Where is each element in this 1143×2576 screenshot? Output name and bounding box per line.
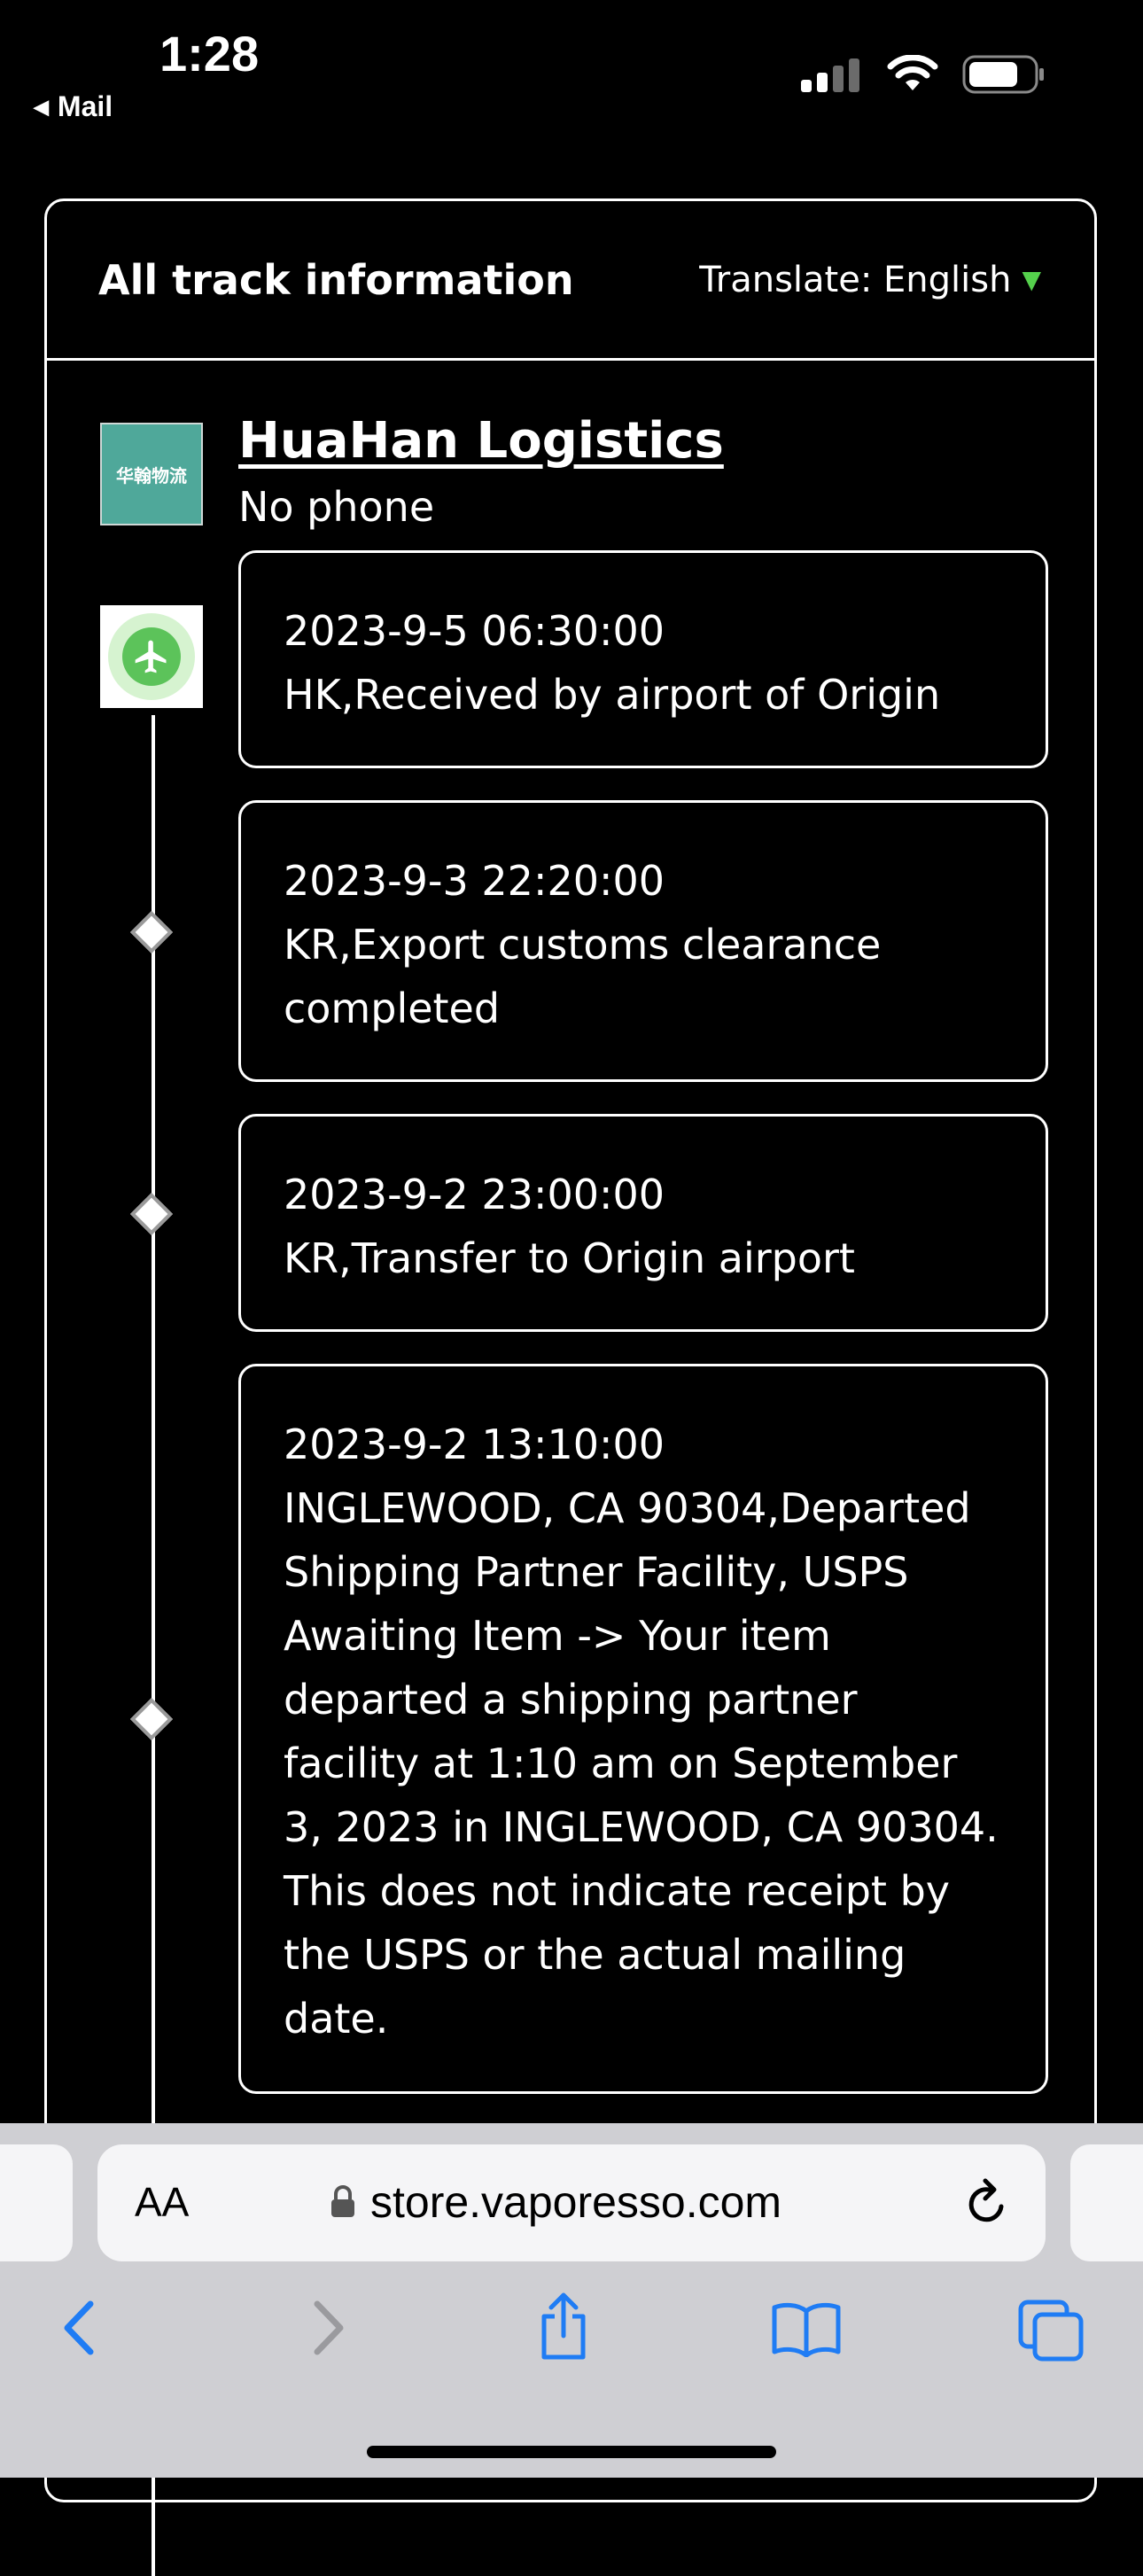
- back-to-mail-button[interactable]: ◀ Mail: [34, 90, 113, 123]
- back-icon[interactable]: [53, 2297, 106, 2359]
- lock-icon: [331, 2185, 354, 2217]
- back-triangle-icon: ◀: [34, 95, 49, 118]
- event-time: 2023-9-5 06:30:00: [284, 607, 665, 655]
- wifi-icon: [887, 55, 938, 90]
- event-time: 2023-9-3 22:20:00: [284, 857, 665, 905]
- caret-down-icon: ▼: [1022, 265, 1041, 294]
- tracking-event: 2023-9-3 22:20:00 KR,Export customs clea…: [238, 800, 1048, 1082]
- battery-icon: [962, 55, 1044, 94]
- status-icons: [799, 55, 1046, 94]
- text-size-button[interactable]: AA: [135, 2178, 189, 2226]
- carrier-logo: 华翰物流: [100, 423, 203, 525]
- next-tab-preview[interactable]: [1070, 2144, 1143, 2261]
- timeline-marker: [129, 1192, 174, 1236]
- previous-tab-preview[interactable]: [0, 2144, 73, 2261]
- back-label: Mail: [57, 90, 113, 122]
- plane-status-badge: [100, 605, 203, 708]
- event-description: HK,Received by airport of Origin: [284, 671, 941, 719]
- url-field[interactable]: store.vaporesso.com: [330, 2176, 781, 2228]
- text-size-label: AA: [135, 2179, 190, 2225]
- tracking-event: 2023-9-2 13:10:00 INGLEWOOD, CA 90304,De…: [238, 1364, 1048, 2094]
- event-description: KR,Export customs clearance completed: [284, 921, 882, 1032]
- signal-icon: [801, 58, 859, 92]
- airplane-icon: [135, 640, 167, 673]
- card-header: All track information Translate: English…: [47, 201, 1094, 361]
- browser-bottom-bar: AA store.vaporesso.com: [0, 2123, 1143, 2478]
- card-title: All track information: [98, 255, 574, 304]
- bookmarks-icon[interactable]: [771, 2300, 842, 2357]
- url-text: store.vaporesso.com: [370, 2177, 782, 2227]
- timeline-marker: [129, 910, 174, 954]
- translate-dropdown[interactable]: Translate: English ▼: [699, 260, 1041, 300]
- forward-icon[interactable]: [301, 2297, 354, 2359]
- event-description: KR,Transfer to Origin airport: [284, 1234, 855, 1282]
- event-time: 2023-9-2 23:00:00: [284, 1171, 665, 1218]
- translate-label: Translate: English: [699, 259, 1012, 300]
- tabs-icon[interactable]: [1017, 2299, 1085, 2362]
- reload-icon[interactable]: [962, 2176, 1012, 2230]
- carrier-name-link[interactable]: HuaHan Logistics: [238, 412, 724, 470]
- event-description: INGLEWOOD, CA 90304,Departed Shipping Pa…: [284, 1484, 999, 2043]
- timeline-marker: [129, 1697, 174, 1741]
- home-indicator[interactable]: [367, 2446, 776, 2458]
- status-time: 1:28: [159, 26, 260, 82]
- address-bar[interactable]: AA store.vaporesso.com: [97, 2144, 1046, 2261]
- tracking-event: 2023-9-2 23:00:00 KR,Transfer to Origin …: [238, 1114, 1048, 1332]
- event-time: 2023-9-2 13:10:00: [284, 1420, 665, 1468]
- carrier-phone: No phone: [238, 483, 435, 531]
- share-icon[interactable]: [535, 2292, 592, 2362]
- tracking-event: 2023-9-5 06:30:00 HK,Received by airport…: [238, 550, 1048, 768]
- carrier-logo-text: 华翰物流: [116, 464, 187, 486]
